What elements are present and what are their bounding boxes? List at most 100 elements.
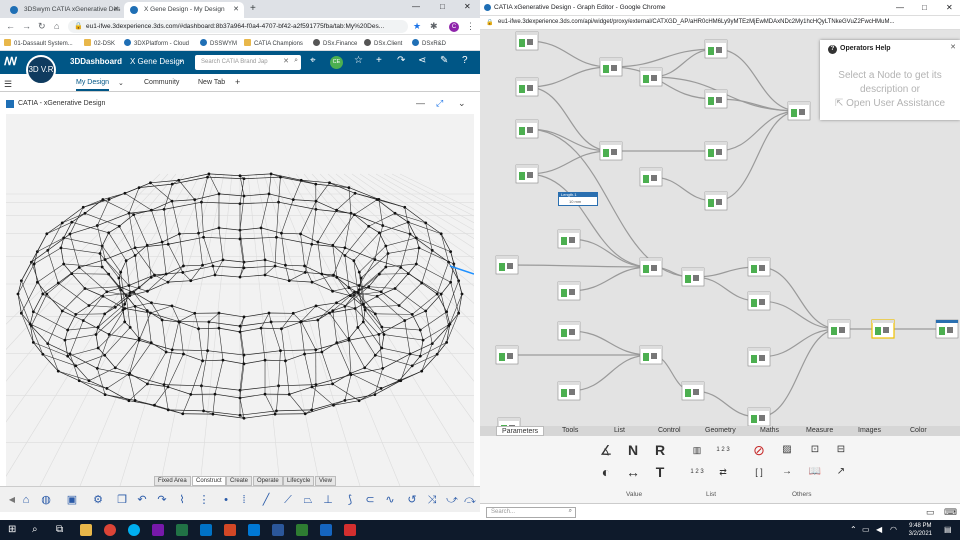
powerpoint-icon[interactable]	[224, 524, 236, 536]
search-icon[interactable]: ⌕	[32, 524, 38, 535]
bookmark-item[interactable]: CATIA Champions	[244, 39, 303, 47]
point-icon[interactable]: •	[218, 492, 234, 508]
tab-create[interactable]: Create	[226, 476, 253, 486]
expand-icon[interactable]: ⤢	[436, 98, 443, 109]
star-icon[interactable]: ☆	[354, 55, 363, 66]
tab-geometry[interactable]: Geometry	[705, 426, 736, 436]
reload-icon[interactable]: ↻	[38, 21, 46, 32]
bracket-icon[interactable]: [ ]	[750, 463, 768, 481]
tray-chevron-icon[interactable]: ⌃	[850, 525, 857, 534]
points-grid-icon[interactable]: ⁞	[236, 492, 252, 508]
minimize-icon[interactable]: —	[896, 3, 904, 12]
notifications-icon[interactable]: ▤	[944, 525, 952, 534]
chrome-icon[interactable]	[104, 524, 116, 536]
book-icon[interactable]: 📖	[806, 463, 824, 481]
maximize-icon[interactable]: □	[440, 2, 445, 11]
tab-3dswym[interactable]: 3DSwym CATIA xGenerative Des ✕	[4, 2, 124, 18]
undo-icon[interactable]: ↶	[134, 492, 150, 508]
search-icon[interactable]: ⌕	[294, 57, 298, 65]
chevron-down-icon[interactable]: ⌄	[178, 55, 185, 64]
bookmark-item[interactable]: DSx.Finance	[313, 39, 357, 47]
list-icon[interactable]: ▥	[688, 441, 706, 459]
angle-icon[interactable]: ∡	[597, 441, 615, 459]
more-icon[interactable]: ⋮	[196, 492, 212, 508]
outlook-icon[interactable]	[200, 524, 212, 536]
wifi-icon[interactable]: ◠	[890, 525, 897, 534]
home-icon[interactable]: ⌂	[18, 492, 34, 508]
tab-my-design[interactable]: My Design	[76, 79, 110, 91]
axis-icon[interactable]: ⟋	[280, 492, 296, 508]
tab-construct[interactable]: Construct	[192, 476, 226, 486]
app-s-icon[interactable]	[320, 524, 332, 536]
home-icon[interactable]: ⌂	[54, 21, 59, 31]
side-menu-icon[interactable]: ☰	[4, 79, 12, 90]
word-icon[interactable]	[272, 524, 284, 536]
length-icon[interactable]: ↔	[624, 463, 642, 481]
redo-icon[interactable]: ↷	[154, 492, 170, 508]
arc-icon[interactable]: ⊂	[362, 492, 378, 508]
volume-icon[interactable]: ◀	[876, 525, 882, 534]
dashboard-name[interactable]: X Gene Design	[130, 57, 184, 66]
network-tray-icon[interactable]: ▭	[862, 525, 870, 534]
profile-avatar[interactable]: C	[449, 22, 459, 32]
broadcast-icon[interactable]: ⌇	[174, 492, 190, 508]
tab-view[interactable]: View	[315, 476, 336, 486]
avatar[interactable]: CE	[330, 56, 343, 69]
menu-icon[interactable]: ⋮	[466, 21, 475, 32]
close-tab-icon[interactable]: ✕	[113, 5, 119, 13]
null-icon[interactable]: ⊘	[750, 441, 768, 459]
close-window-icon[interactable]: ✕	[946, 3, 953, 12]
windows-start-icon[interactable]: ⊞	[8, 524, 16, 535]
text-icon[interactable]: T	[651, 463, 669, 481]
axis-system-icon[interactable]: ⊥	[320, 492, 336, 508]
file-explorer-icon[interactable]	[80, 524, 92, 536]
tab-maths[interactable]: Maths	[760, 426, 779, 436]
right-address-bar[interactable]: 🔒 eu1-ifwe.3dexperience.3ds.com/api/widg…	[480, 16, 960, 30]
close-tab-icon[interactable]: ✕	[233, 5, 239, 13]
slider-node[interactable]: Length.1 10 mm	[558, 192, 598, 206]
tab-operate[interactable]: Operate	[253, 476, 283, 486]
bookmark-item[interactable]: 3DXPlatform - Cloud	[124, 39, 189, 47]
share-icon[interactable]: ↷	[397, 55, 405, 66]
polyline-icon[interactable]: ⟆	[342, 492, 358, 508]
search-input[interactable]: Search CATIA Brand Jap ✕ ⌕	[195, 55, 301, 70]
address-bar[interactable]: 🔒 eu1-ifwe.3dexperience.3ds.com/#dashboar…	[68, 20, 408, 33]
apps-icon[interactable]: ✎	[440, 55, 448, 66]
new-tab-icon[interactable]: +	[250, 3, 256, 14]
tab-images[interactable]: Images	[858, 426, 881, 436]
onenote-icon[interactable]	[152, 524, 164, 536]
palette-search-input[interactable]: Search... ⌕	[486, 507, 576, 518]
settings-icon[interactable]: ⚙	[90, 492, 106, 508]
plane-icon[interactable]: ⏢	[300, 492, 316, 508]
tab-control[interactable]: Control	[658, 426, 681, 436]
compass-logo[interactable]: 3D V.R	[26, 55, 56, 85]
open-user-assistance-link[interactable]: ⇱ Open User Assistance	[820, 97, 960, 111]
bookmark-item[interactable]: DSxR&D	[412, 39, 446, 47]
copy-icon[interactable]: ❐	[114, 492, 130, 508]
app-c2-icon[interactable]	[344, 524, 356, 536]
close-icon[interactable]: ✕	[283, 57, 289, 65]
keyboard-icon[interactable]: ⌨	[944, 507, 957, 518]
tab-community[interactable]: Community	[144, 79, 179, 86]
globe-icon[interactable]: ◍	[38, 492, 54, 508]
teams-icon[interactable]	[248, 524, 260, 536]
ds-compass-icon[interactable]: ꟿ	[4, 55, 17, 68]
tab-fixed-area[interactable]: Fixed Area	[154, 476, 191, 486]
forward-icon[interactable]: →	[22, 21, 31, 31]
network-icon[interactable]: ⋖	[418, 55, 426, 66]
lattice-torus-model[interactable]	[6, 114, 474, 486]
bookmark-item[interactable]: DSx.Client	[364, 39, 402, 47]
tab-xgene-design[interactable]: X Gene Design - My Design ✕	[124, 2, 244, 18]
tag-icon[interactable]: ⌖	[310, 55, 316, 66]
arrow-point-icon[interactable]: →	[778, 463, 796, 481]
tab-tools[interactable]: Tools	[562, 426, 578, 436]
bookmark-item[interactable]: 02-DSK	[84, 39, 115, 47]
real-icon[interactable]: R	[651, 441, 669, 459]
arrow-icon[interactable]: ↗	[832, 463, 850, 481]
excel-icon[interactable]	[176, 524, 188, 536]
comment-icon[interactable]: ▭	[926, 507, 935, 518]
slider-node-value[interactable]: 10 mm	[559, 197, 597, 204]
chevron-down-icon[interactable]: ⌄	[458, 98, 466, 109]
clock[interactable]: 9:48 PM 3/2/2021	[909, 522, 932, 538]
add-tab-icon[interactable]: +	[235, 77, 240, 87]
